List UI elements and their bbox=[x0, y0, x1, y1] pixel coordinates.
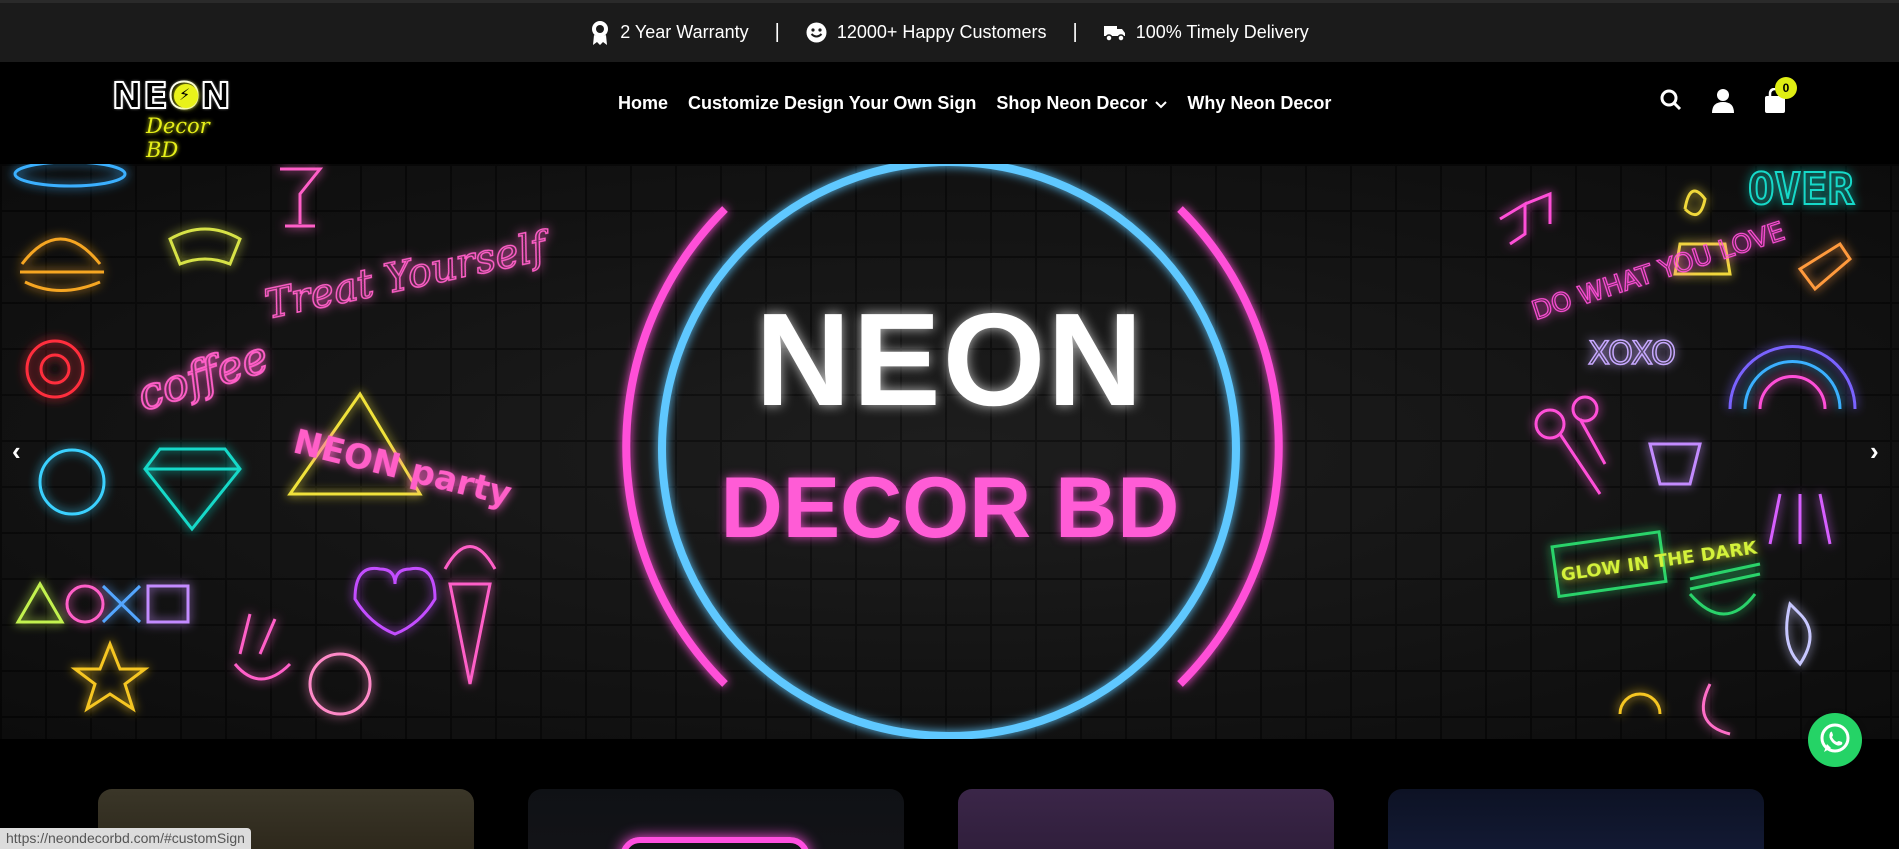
smile-icon bbox=[806, 22, 827, 43]
flower-stem bbox=[1558, 418, 1607, 495]
flamingo-sign bbox=[1701, 683, 1731, 736]
hero-title: NEON bbox=[755, 286, 1145, 433]
nav-customize[interactable]: Customize Design Your Own Sign bbox=[688, 93, 976, 114]
warranty-text: 2 Year Warranty bbox=[620, 22, 749, 42]
blue-ring bbox=[658, 164, 1240, 739]
arrow-sign bbox=[1499, 191, 1552, 246]
bag-icon[interactable]: 0 bbox=[1763, 77, 1797, 114]
nav-label: Why Neon Decor bbox=[1187, 93, 1332, 113]
category-card[interactable] bbox=[958, 789, 1334, 849]
nav-label: Customize Design Your Own Sign bbox=[688, 93, 977, 113]
neon-glow bbox=[620, 837, 810, 849]
sun-sign bbox=[1618, 692, 1662, 715]
cocktail-sign bbox=[280, 167, 324, 228]
neon-party-sign: NEON party bbox=[289, 422, 515, 515]
delivery-text: 100% Timely Delivery bbox=[1135, 22, 1309, 42]
rainbow-inner bbox=[1758, 375, 1827, 410]
main-nav: Home Customize Design Your Own Sign Shop… bbox=[618, 93, 1331, 114]
award-icon bbox=[590, 20, 610, 46]
category-card[interactable] bbox=[528, 789, 904, 849]
treat-yourself-sign: Treat Yourself bbox=[261, 223, 556, 329]
coconut-drink-sign bbox=[1648, 442, 1702, 486]
cross-shape bbox=[101, 584, 142, 624]
nav-label: Shop Neon Decor bbox=[996, 93, 1148, 113]
cart-count-badge: 0 bbox=[1775, 77, 1797, 99]
rose-sign bbox=[25, 339, 85, 399]
do-what-you-love-sign: DO WHAT YOU LOVE bbox=[1528, 217, 1788, 327]
nav-home[interactable]: Home bbox=[618, 93, 668, 114]
nav-label: Home bbox=[618, 93, 669, 113]
search-icon[interactable] bbox=[1659, 88, 1685, 114]
coffee-sign: coffee bbox=[131, 332, 275, 422]
circle-shape bbox=[65, 584, 105, 624]
hero-subtitle: DECOR BD bbox=[720, 460, 1180, 556]
separator: | bbox=[774, 21, 780, 43]
flower-sign-2 bbox=[1571, 395, 1599, 423]
logo-text: NEON bbox=[111, 75, 232, 118]
disc-sign bbox=[38, 448, 106, 516]
user-icon[interactable] bbox=[1711, 88, 1737, 114]
pink-arc-right bbox=[1177, 206, 1283, 687]
site-header: NEON Decor BD Home Customize Design Your… bbox=[0, 62, 1899, 164]
hero-banner: Treat Yourself coffee NEON party OVER DO… bbox=[0, 164, 1899, 739]
burger-sign bbox=[20, 237, 104, 292]
hands-sign bbox=[1768, 493, 1832, 545]
heart-sign bbox=[353, 566, 437, 636]
chevron-down-icon bbox=[1155, 93, 1168, 114]
status-bar-url: https://neondecorbd.com/#customSign bbox=[0, 828, 251, 849]
icecream-sign bbox=[443, 545, 497, 685]
header-actions: 0 bbox=[1659, 77, 1797, 114]
delivery-item: 100% Timely Delivery bbox=[1103, 22, 1309, 43]
carousel-prev-button[interactable]: ‹ bbox=[12, 436, 21, 467]
whatsapp-button[interactable] bbox=[1808, 713, 1862, 767]
carousel-next-button[interactable]: › bbox=[1870, 436, 1879, 467]
gamepad-sign bbox=[168, 227, 242, 266]
xoxo-sign: XOXO bbox=[1588, 334, 1676, 372]
separator: | bbox=[1072, 21, 1078, 43]
announcement-bar: 2 Year Warranty | 12000+ Happy Customers… bbox=[0, 0, 1899, 62]
triangle-shape bbox=[15, 581, 65, 624]
square-shape bbox=[146, 584, 190, 624]
truck-icon bbox=[1103, 24, 1126, 42]
neon-artwork: Treat Yourself coffee NEON party OVER DO… bbox=[13, 164, 1857, 739]
bolt-icon bbox=[174, 84, 198, 108]
customers-item: 12000+ Happy Customers bbox=[806, 22, 1047, 43]
nav-why[interactable]: Why Neon Decor bbox=[1187, 93, 1331, 114]
noodle-bowl-sign bbox=[1688, 562, 1761, 616]
nav-shop[interactable]: Shop Neon Decor bbox=[996, 93, 1168, 114]
warranty-item: 2 Year Warranty bbox=[590, 20, 749, 46]
whatsapp-icon bbox=[1818, 721, 1852, 760]
donut-sign bbox=[308, 652, 372, 716]
category-card[interactable] bbox=[1388, 789, 1764, 849]
rose-inner bbox=[39, 353, 71, 385]
pizza-sign bbox=[1797, 241, 1852, 292]
flower-sign bbox=[1534, 408, 1566, 440]
peace-hand-sign bbox=[233, 613, 292, 681]
category-cards bbox=[0, 739, 1899, 849]
logo-subtext: Decor BD bbox=[146, 114, 210, 162]
diamond-sign bbox=[143, 447, 242, 532]
customers-text: 12000+ Happy Customers bbox=[836, 22, 1047, 42]
treble-clef-sign bbox=[1785, 601, 1812, 667]
neon-ring-sign bbox=[13, 164, 127, 188]
over-sign: OVER bbox=[1748, 164, 1854, 215]
site-logo[interactable]: NEON Decor BD bbox=[111, 75, 244, 162]
star-sign bbox=[70, 639, 150, 713]
